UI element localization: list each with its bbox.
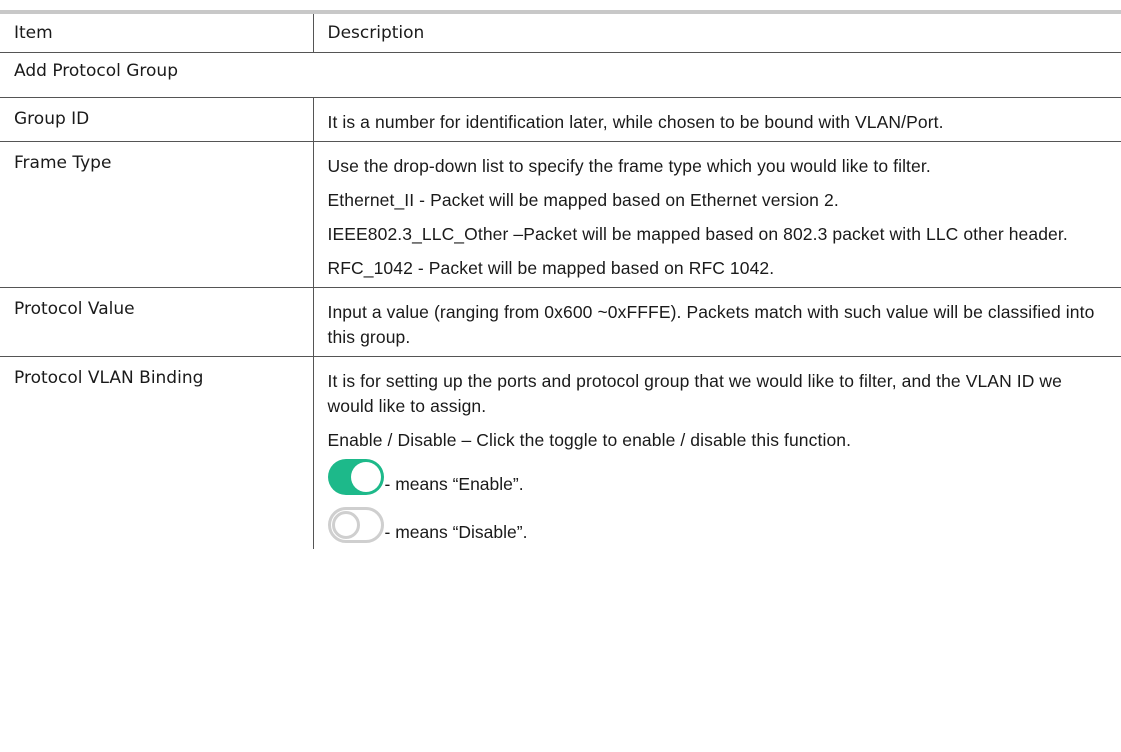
section-title: Add Protocol Group (14, 61, 178, 81)
toggle-off-icon (327, 507, 384, 543)
desc-paragraph: Input a value (ranging from 0x600 ~0xFFF… (327, 302, 1095, 347)
row-desc-protocol-vlan-binding: It is for setting up the ports and proto… (313, 356, 1121, 549)
row-item-frame-type: Frame Type (0, 141, 314, 288)
header-item: Item (14, 23, 53, 43)
table-row: Frame Type Use the drop-down list to spe… (0, 141, 1121, 288)
toggle-disable-label: - means “Disable”. (384, 522, 528, 542)
desc-paragraph: It is a number for identification later,… (327, 112, 944, 132)
header-description: Description (327, 23, 425, 43)
desc-paragraph: IEEE802.3_LLC_Other –Packet will be mapp… (327, 224, 1068, 244)
desc-paragraph: Enable / Disable – Click the toggle to e… (327, 430, 852, 450)
table-header-row: Item Description (0, 10, 1121, 53)
row-item-protocol-vlan-binding: Protocol VLAN Binding (0, 356, 314, 549)
row-desc-protocol-value: Input a value (ranging from 0x600 ~0xFFF… (313, 287, 1121, 357)
desc-paragraph: Use the drop-down list to specify the fr… (327, 156, 931, 176)
desc-paragraph: RFC_1042 - Packet will be mapped based o… (327, 258, 775, 278)
section-row: Add Protocol Group (0, 53, 1121, 98)
header-description-cell: Description (312, 10, 1121, 53)
table-row: Group ID It is a number for identificati… (0, 97, 1121, 142)
row-item-group-id: Group ID (0, 97, 314, 142)
description-table: Item Description Add Protocol Group Grou… (0, 10, 1121, 549)
toggle-enable-label: - means “Enable”. (384, 474, 524, 494)
toggle-legend-disable: - means “Disable”. (327, 501, 1108, 543)
toggle-on-icon (327, 459, 384, 495)
desc-paragraph: It is for setting up the ports and proto… (327, 371, 1063, 416)
table-row: Protocol VLAN Binding It is for setting … (0, 356, 1121, 549)
row-desc-group-id: It is a number for identification later,… (313, 97, 1121, 142)
desc-paragraph: Ethernet_II - Packet will be mapped base… (327, 190, 839, 210)
row-desc-frame-type: Use the drop-down list to specify the fr… (313, 141, 1121, 288)
toggle-legend-enable: - means “Enable”. (327, 453, 1108, 495)
table-row: Protocol Value Input a value (ranging fr… (0, 287, 1121, 357)
header-item-cell: Item (0, 10, 313, 53)
row-item-protocol-value: Protocol Value (0, 287, 314, 357)
